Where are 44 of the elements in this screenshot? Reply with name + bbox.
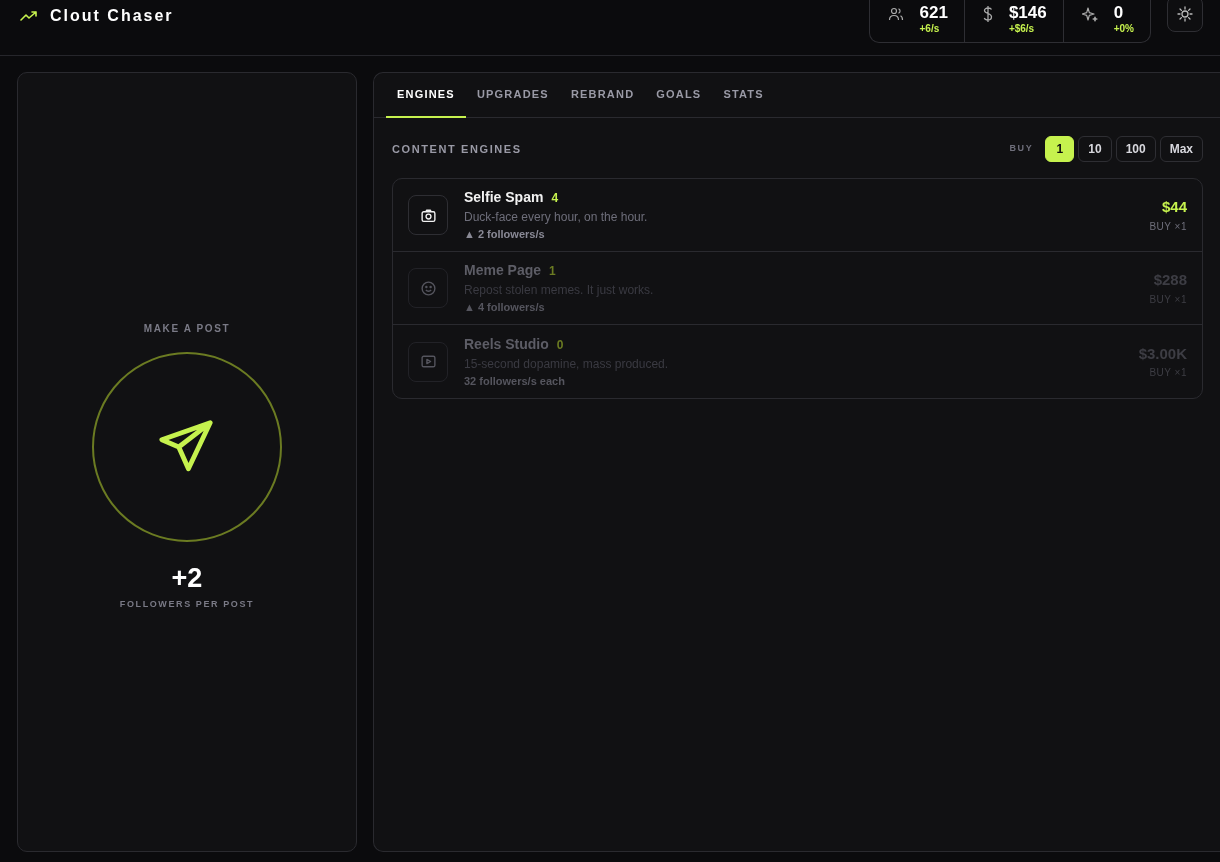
post-button[interactable] [92,351,282,542]
dollar-icon [982,5,993,23]
buy-label: BUY [1009,142,1034,156]
owned-count: 4 [551,190,559,208]
stat-rate: +0% [1113,22,1134,36]
engine-rate: ▲ 4 followers/s [464,300,546,316]
buy-amount-button[interactable]: 1 [1045,136,1075,162]
buy-amount-button[interactable]: Max [1159,136,1203,162]
stat-rate: +6/s [919,22,941,36]
stat-rate: +$6/s [1008,22,1036,36]
section-title: CONTENT ENGINES [392,141,522,157]
followers-per-post-value: +2 [171,561,203,595]
buy-amount-button[interactable]: 100 [1115,136,1156,162]
settings-button[interactable] [1167,0,1203,32]
tab[interactable]: STATS [712,73,775,118]
panel-label: MAKE A POST [143,321,231,336]
followers-per-post-label: FOLLOWERS PER POST [119,598,255,611]
video-play-icon [408,341,448,382]
tab[interactable]: REBRAND [559,73,646,118]
app-title: Clout Chaser [50,6,174,26]
owned-count: 1 [549,263,556,281]
buy-quantity: BUY ×1 [1149,219,1187,234]
engine-name: Meme Page [464,261,542,281]
engine-rate: ▲ 2 followers/s [464,227,546,243]
trending-up-icon [20,10,38,22]
engine-name: Reels Studio [464,334,549,354]
engine-price: $44 [1161,197,1187,218]
engine-description: Duck-face every hour, on the hour. [464,209,649,227]
engine-rate: 32 followers/s each [464,373,566,389]
stat-value: $146 [1008,4,1047,21]
sparkle-icon [1081,6,1098,22]
camera-icon [408,195,448,235]
tab[interactable]: GOALS [645,73,713,118]
tab[interactable]: ENGINES [386,73,466,118]
engine-row[interactable]: Selfie Spam 4 Duck-face every hour, on the hour. ▲ 2 followers/s $44 BUY ×1 [393,179,1202,252]
engine-name: Selfie Spam [464,188,544,208]
stat-value: 0 [1113,4,1125,21]
sun-icon [1177,6,1193,22]
buy-amount-button[interactable]: 10 [1078,136,1112,162]
owned-count: 0 [556,336,564,354]
users-icon [887,6,904,22]
tab[interactable]: UPGRADES [465,73,560,118]
stat-value: 621 [919,4,948,21]
smiley-icon [408,268,448,308]
